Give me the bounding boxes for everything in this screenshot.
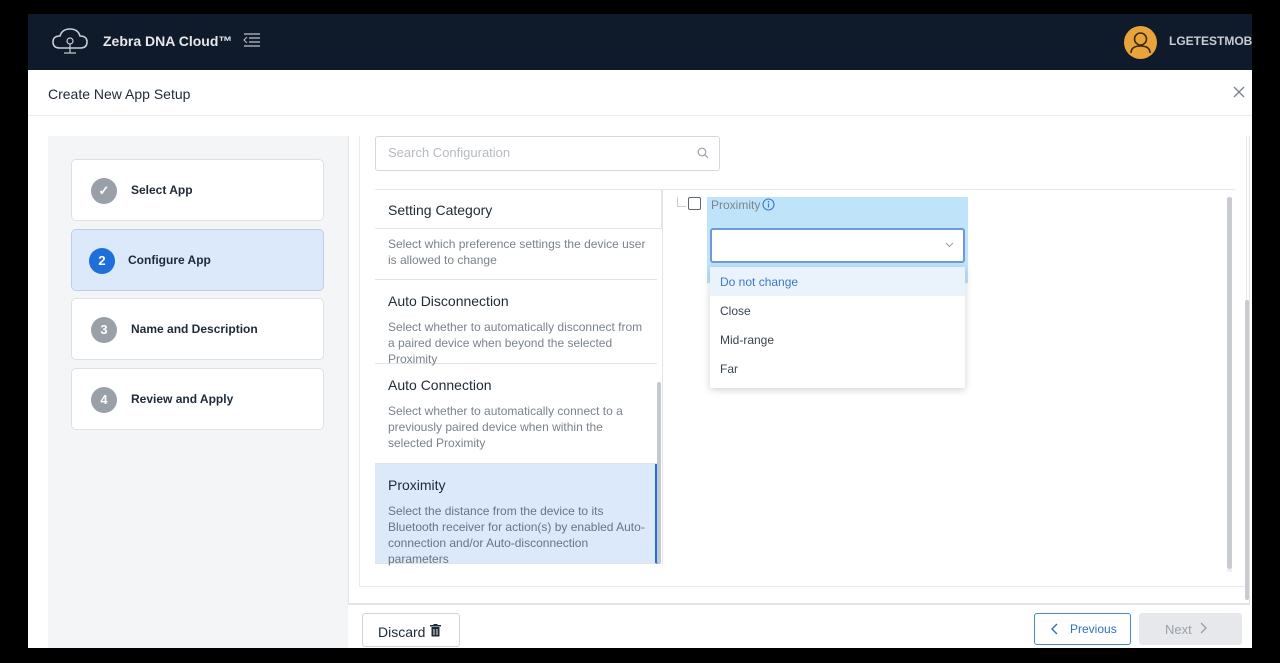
proximity-dropdown: Do not change Close Mid-range Far: [710, 267, 965, 388]
trash-icon: [430, 624, 441, 637]
app-name: Zebra DNA Cloud™: [103, 33, 233, 49]
step-select-app[interactable]: ✓ Select App: [71, 159, 324, 221]
search-icon[interactable]: [697, 147, 709, 159]
step-label: Select App: [131, 183, 193, 197]
next-label: Next: [1165, 622, 1192, 637]
check-icon: ✓: [91, 178, 117, 204]
category-item-proximity[interactable]: Proximity Select the distance from the d…: [375, 464, 658, 566]
chevron-left-icon: [1051, 623, 1058, 635]
category-header: Setting Category: [375, 190, 662, 229]
category-description: Select whether to automatically disconne…: [388, 320, 643, 366]
modal-header: Create New App Setup: [28, 70, 1252, 116]
menu-collapse-icon[interactable]: [243, 32, 261, 48]
category-scrollbar[interactable]: [657, 382, 661, 564]
discard-label: Discard: [378, 624, 426, 640]
option-do-not-change[interactable]: Do not change: [710, 267, 965, 296]
option-label: Mid-range: [720, 333, 775, 347]
option-label: Far: [720, 362, 738, 376]
step-configure-app[interactable]: 2 Configure App: [71, 229, 324, 291]
steps-panel: ✓ Select App 2 Configure App 3 Name and …: [48, 136, 348, 648]
category-intro: Select which preference settings the dev…: [375, 230, 657, 280]
option-far[interactable]: Far: [710, 354, 965, 383]
option-label: Do not change: [720, 275, 799, 289]
category-intro-text: Select which preference settings the dev…: [388, 237, 646, 267]
chevron-right-icon: [1200, 622, 1207, 634]
discard-button[interactable]: Discard: [362, 613, 460, 647]
info-icon[interactable]: [762, 198, 775, 211]
cloud-logo-icon: [52, 28, 88, 54]
proximity-checkbox[interactable]: [688, 197, 701, 210]
modal-title: Create New App Setup: [48, 86, 191, 102]
option-label: Close: [720, 304, 751, 318]
step-label: Name and Description: [131, 322, 258, 336]
category-title: Proximity: [388, 477, 446, 493]
category-description: Select whether to automatically connect …: [388, 404, 623, 450]
category-item-auto-connection[interactable]: Auto Connection Select whether to automa…: [375, 364, 657, 464]
step-number: 4: [91, 387, 117, 413]
search-input[interactable]: [388, 145, 688, 160]
tree-connector: [677, 197, 686, 207]
step-number: 3: [91, 317, 117, 343]
step-label: Review and Apply: [131, 392, 234, 406]
footer-divider: [348, 604, 1250, 605]
close-icon[interactable]: [1231, 84, 1247, 100]
step-name-description[interactable]: 3 Name and Description: [71, 298, 324, 360]
step-label: Configure App: [128, 253, 211, 267]
category-title: Auto Connection: [388, 377, 492, 393]
step-review-apply[interactable]: 4 Review and Apply: [71, 368, 324, 430]
settings-scrollbar[interactable]: [1227, 197, 1232, 569]
avatar[interactable]: [1124, 26, 1157, 59]
option-close[interactable]: Close: [710, 296, 965, 325]
proximity-label: Proximity: [711, 198, 761, 212]
previous-button[interactable]: Previous: [1034, 613, 1131, 645]
category-description: Select the distance from the device to i…: [388, 504, 645, 566]
chevron-down-icon: [945, 242, 954, 248]
user-icon: [1130, 32, 1151, 54]
category-item-auto-disconnection[interactable]: Auto Disconnection Select whether to aut…: [375, 280, 657, 366]
category-title: Auto Disconnection: [388, 293, 509, 309]
app-window: Zebra DNA Cloud™ LGETESTMOBI Create New …: [28, 14, 1252, 648]
next-button[interactable]: Next: [1139, 613, 1242, 645]
category-heading: Setting Category: [388, 202, 493, 218]
proximity-select[interactable]: [710, 228, 965, 263]
search-box: [375, 136, 720, 171]
option-mid-range[interactable]: Mid-range: [710, 325, 965, 354]
step-number: 2: [89, 248, 115, 274]
top-bar: Zebra DNA Cloud™ LGETESTMOBI: [28, 14, 1252, 70]
previous-label: Previous: [1070, 622, 1117, 636]
panel-scrollbar[interactable]: [1245, 300, 1249, 600]
user-name[interactable]: LGETESTMOBI: [1169, 34, 1252, 48]
category-list: Setting Category Select which preference…: [375, 190, 663, 566]
